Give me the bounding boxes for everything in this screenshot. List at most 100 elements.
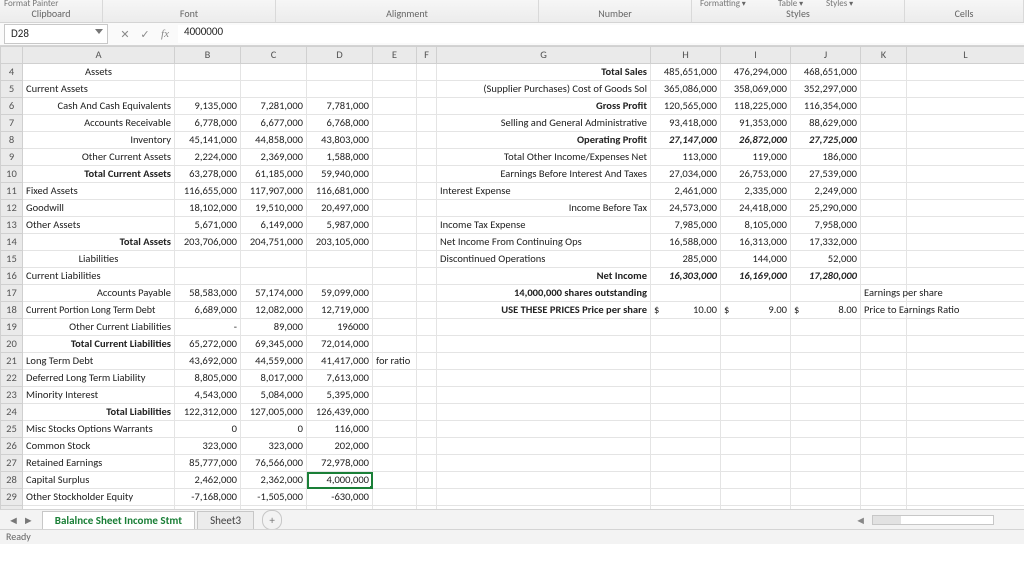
cell[interactable]: 16,313,000 [721,234,791,251]
cell[interactable]: 7,958,000 [791,217,861,234]
cell[interactable]: 196000 [307,319,373,336]
cell[interactable]: Total Current Assets [23,166,175,183]
cell[interactable]: 6,149,000 [241,217,307,234]
row-11[interactable]: 11 Fixed Assets 116,655,000 117,907,000 … [1,183,1024,200]
cell[interactable]: Common Stock [23,438,175,455]
row-head[interactable]: 9 [1,149,23,166]
cell[interactable]: 17,332,000 [791,234,861,251]
cell[interactable]: Other Stockholder Equity [23,489,175,506]
row-10[interactable]: 10 Total Current Assets 63,278,000 61,18… [1,166,1024,183]
cell[interactable]: 16,169,000 [721,268,791,285]
cell[interactable]: Accounts Payable [23,285,175,302]
row-19[interactable]: 19 Other Current Liabilities - 89,000 19… [1,319,1024,336]
row-7[interactable]: 7 Accounts Receivable 6,778,000 6,677,00… [1,115,1024,132]
cell[interactable]: 2,249,000 [791,183,861,200]
cell[interactable]: 120,565,000 [651,98,721,115]
row-head[interactable]: 11 [1,183,23,200]
cell[interactable]: 20,497,000 [307,200,373,217]
cell[interactable]: Current Assets [23,81,175,98]
cell[interactable]: 8,105,000 [721,217,791,234]
row-25[interactable]: 25 Misc Stocks Options Warrants 0 0 116,… [1,421,1024,438]
cell[interactable]: 358,069,000 [721,81,791,98]
formatting-dd[interactable]: Formatting [696,0,750,9]
row-14[interactable]: 14 Total Assets 203,706,000 204,751,000 … [1,234,1024,251]
row-27[interactable]: 27 Retained Earnings 85,777,000 76,566,0… [1,455,1024,472]
cell[interactable]: 16,303,000 [651,268,721,285]
cell[interactable]: 91,353,000 [721,115,791,132]
row-22[interactable]: 22 Deferred Long Term Liability 8,805,00… [1,370,1024,387]
spreadsheet-grid[interactable]: A B C D E F G H I J K L 4 Assets Total S… [0,46,1024,540]
cell[interactable]: 41,417,000 [307,353,373,370]
cell[interactable]: Total Assets [23,234,175,251]
cell[interactable]: 14,000,000 shares outstanding [437,285,651,302]
row-head[interactable]: 26 [1,438,23,455]
row-9[interactable]: 9 Other Current Assets 2,224,000 2,369,0… [1,149,1024,166]
cell[interactable]: 59,099,000 [307,285,373,302]
row-head[interactable]: 8 [1,132,23,149]
cell[interactable]: 5,987,000 [307,217,373,234]
cell[interactable]: 76,566,000 [241,455,307,472]
cell[interactable]: Misc Stocks Options Warrants [23,421,175,438]
cell[interactable]: $10.00 [651,302,721,319]
row-26[interactable]: 26 Common Stock 323,000 323,000 202,000 [1,438,1024,455]
row-head[interactable]: 22 [1,370,23,387]
cell[interactable]: 113,000 [651,149,721,166]
cell[interactable]: 4,543,000 [175,387,241,404]
cell[interactable]: 118,225,000 [721,98,791,115]
row-head[interactable]: 19 [1,319,23,336]
cell[interactable]: 16,588,000 [651,234,721,251]
row-16[interactable]: 16 Current Liabilities Net Income 16,303… [1,268,1024,285]
cell[interactable]: 2,362,000 [241,472,307,489]
row-head[interactable]: 13 [1,217,23,234]
name-box[interactable]: D28 [4,24,108,44]
col-C[interactable]: C [241,47,307,64]
row-head[interactable]: 20 [1,336,23,353]
cell[interactable]: 8,017,000 [241,370,307,387]
styles-dd[interactable]: Styles [822,0,857,9]
table-dd[interactable]: Table [774,0,807,9]
row-6[interactable]: 6 Cash And Cash Equivalents 9,135,000 7,… [1,98,1024,115]
row-head[interactable]: 18 [1,302,23,319]
cell[interactable]: Other Assets [23,217,175,234]
cell[interactable]: 69,345,000 [241,336,307,353]
row-28[interactable]: 28 Capital Surplus 2,462,000 2,362,000 4… [1,472,1024,489]
cell[interactable]: 117,907,000 [241,183,307,200]
row-8[interactable]: 8 Inventory 45,141,000 44,858,000 43,803… [1,132,1024,149]
cell[interactable]: 2,369,000 [241,149,307,166]
cell[interactable]: 5,084,000 [241,387,307,404]
row-head[interactable]: 12 [1,200,23,217]
fx-icon[interactable]: fx [158,28,172,40]
cell[interactable]: Long Term Debt [23,353,175,370]
cell[interactable]: 27,725,000 [791,132,861,149]
cell[interactable]: Total Sales [437,64,651,81]
cell[interactable]: 43,803,000 [307,132,373,149]
cell[interactable]: 468,651,000 [791,64,861,81]
cell[interactable]: 6,768,000 [307,115,373,132]
row-12[interactable]: 12 Goodwill 18,102,000 19,510,000 20,497… [1,200,1024,217]
cell[interactable]: Retained Earnings [23,455,175,472]
cell[interactable]: 0 [175,421,241,438]
cell[interactable]: Minority Interest [23,387,175,404]
cell[interactable]: 85,777,000 [175,455,241,472]
cell[interactable]: Total Current Liabilities [23,336,175,353]
cell[interactable]: Selling and General Administrative [437,115,651,132]
row-15[interactable]: 15 Liabilities Discontinued Operations 2… [1,251,1024,268]
cell[interactable]: 59,940,000 [307,166,373,183]
cell[interactable]: Earnings Before Interest And Taxes [437,166,651,183]
cell[interactable]: 24,573,000 [651,200,721,217]
hscroll-left-icon[interactable]: ◄ [855,514,866,527]
cell[interactable]: Operating Profit [437,132,651,149]
cell[interactable]: 5,671,000 [175,217,241,234]
cell[interactable]: 57,174,000 [241,285,307,302]
cell[interactable]: (Supplier Purchases) Cost of Goods Sol [437,81,651,98]
cell[interactable]: Current Portion Long Term Debt [23,302,175,319]
row-head[interactable]: 29 [1,489,23,506]
cell[interactable]: Fixed Assets [23,183,175,200]
cell[interactable]: 7,613,000 [307,370,373,387]
cell[interactable]: Gross Profit [437,98,651,115]
row-head[interactable]: 4 [1,64,23,81]
row-18[interactable]: 18 Current Portion Long Term Debt 6,689,… [1,302,1024,319]
cell[interactable]: 25,290,000 [791,200,861,217]
cell[interactable]: 365,086,000 [651,81,721,98]
cell[interactable]: 119,000 [721,149,791,166]
